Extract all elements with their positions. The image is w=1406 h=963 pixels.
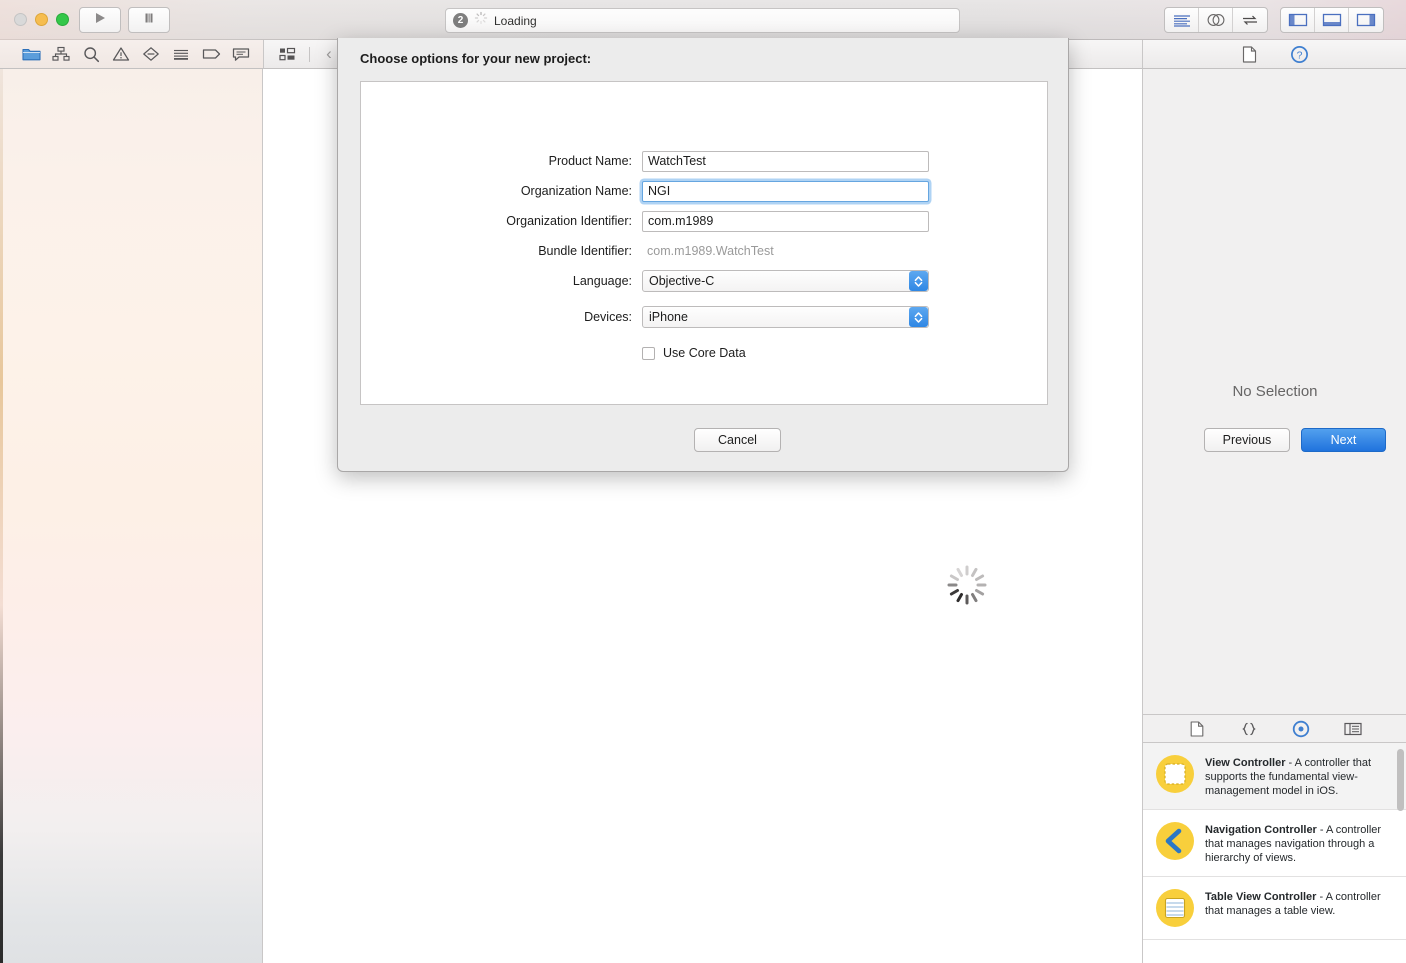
window-titlebar: 2 Loading <box>0 0 1406 40</box>
quick-help-empty-state: No Selection <box>1232 382 1318 400</box>
find-navigator-tab[interactable] <box>76 41 106 67</box>
project-options-form: Product Name: Organization Name: Organiz… <box>361 146 1049 368</box>
list-item[interactable]: Table View Controller - A controller tha… <box>1143 877 1406 940</box>
quick-help-inspector-tab[interactable]: ? <box>1285 41 1315 67</box>
activity-status-bar[interactable]: 2 Loading <box>445 8 960 33</box>
navigation-controller-icon <box>1155 821 1195 861</box>
devices-popup-button[interactable]: iPhone <box>642 306 929 328</box>
library-item-text: View Controller - A controller that supp… <box>1205 754 1393 798</box>
stop-icon <box>142 11 156 30</box>
use-core-data-label: Use Core Data <box>663 346 746 360</box>
organization-identifier-input[interactable] <box>642 210 929 232</box>
breakpoint-navigator-tab[interactable] <box>196 41 226 67</box>
issue-navigator-tab[interactable] <box>106 41 136 67</box>
issue-count-badge[interactable]: 2 <box>453 13 468 28</box>
project-navigator-tab[interactable] <box>16 41 46 67</box>
bundle-identifier-value: com.m1989.WatchTest <box>647 244 774 258</box>
table-view-controller-icon <box>1155 888 1195 928</box>
organization-name-input[interactable] <box>642 180 929 202</box>
form-row-use-core-data: Use Core Data <box>361 338 1049 368</box>
xcode-window: 2 Loading ‹ ? No Selection View Controll… <box>0 0 1406 963</box>
object-library-tab[interactable] <box>1286 716 1316 742</box>
library-item-title: Navigation Controller <box>1205 824 1317 836</box>
library-item-text: Navigation Controller - A controller tha… <box>1205 821 1393 865</box>
zoom-window-button[interactable] <box>56 13 69 26</box>
minimize-window-button[interactable] <box>35 13 48 26</box>
devices-label: Devices: <box>584 310 632 324</box>
test-navigator-tab[interactable] <box>136 41 166 67</box>
play-icon <box>93 11 107 30</box>
form-row-organization-identifier: Organization Identifier: <box>361 206 1049 236</box>
file-template-library-tab[interactable] <box>1182 716 1212 742</box>
use-core-data-checkbox[interactable] <box>642 346 655 360</box>
devices-popup-chevron-down-icon[interactable] <box>909 307 928 327</box>
related-items-icon[interactable] <box>272 41 302 67</box>
form-row-organization-name: Organization Name: <box>361 176 1049 206</box>
utilities-panel: No Selection View Controller - A control… <box>1142 69 1406 963</box>
sheet-title: Choose options for your new project: <box>360 51 592 66</box>
file-inspector-tab[interactable] <box>1235 41 1265 67</box>
stop-button[interactable] <box>128 7 170 33</box>
organization-name-label: Organization Name: <box>520 184 632 198</box>
navigator-edge-tint <box>0 69 3 963</box>
code-snippet-library-tab[interactable] <box>1234 716 1264 742</box>
form-row-product-name: Product Name: <box>361 146 1049 176</box>
library-item-title: Table View Controller <box>1205 891 1317 903</box>
version-editor-button[interactable] <box>1233 8 1267 32</box>
library-scrollbar[interactable] <box>1397 749 1404 811</box>
symbol-navigator-tab[interactable] <box>46 41 76 67</box>
inspector-selector-bar: ? <box>1142 40 1406 69</box>
bundle-identifier-label: Bundle Identifier: <box>538 244 632 258</box>
library-item-text: Table View Controller - A controller tha… <box>1205 888 1393 928</box>
previous-button[interactable]: Previous <box>1204 428 1290 452</box>
form-row-bundle-identifier: Bundle Identifier: com.m1989.WatchTest <box>361 236 1049 266</box>
toggle-debug-area-button[interactable] <box>1315 8 1349 32</box>
devices-popup-wrap: iPhone <box>642 306 929 328</box>
library-selector-bar <box>1143 714 1406 742</box>
cancel-button[interactable]: Cancel <box>694 428 781 452</box>
toggle-utilities-button[interactable] <box>1349 8 1383 32</box>
editor-mode-group <box>1164 7 1268 33</box>
standard-editor-button[interactable] <box>1165 8 1199 32</box>
status-message: Loading <box>494 13 537 28</box>
library-item-title: View Controller <box>1205 757 1286 769</box>
view-controller-icon <box>1155 754 1195 794</box>
jumpbar-divider <box>309 46 310 62</box>
object-library-list[interactable]: View Controller - A controller that supp… <box>1143 742 1406 963</box>
log-navigator-tab[interactable] <box>226 41 256 67</box>
toggle-navigator-button[interactable] <box>1281 8 1315 32</box>
list-item[interactable]: Navigation Controller - A controller tha… <box>1143 810 1406 877</box>
new-project-options-sheet: Choose options for your new project: Pro… <box>337 38 1386 472</box>
language-popup-wrap: Objective-C <box>642 270 929 292</box>
next-button[interactable]: Next <box>1301 428 1386 452</box>
form-row-language: Language: Objective-C <box>361 266 1049 296</box>
debug-navigator-tab[interactable] <box>166 41 196 67</box>
organization-identifier-label: Organization Identifier: <box>506 214 632 228</box>
loading-spinner-icon <box>474 11 488 30</box>
media-library-tab[interactable] <box>1338 716 1368 742</box>
navigator-selector-bar <box>0 40 263 69</box>
svg-text:?: ? <box>1297 49 1303 61</box>
traffic-light-group <box>14 13 69 26</box>
close-window-button[interactable] <box>14 13 27 26</box>
form-row-devices: Devices: iPhone <box>361 302 1049 332</box>
language-popup-chevron-down-icon[interactable] <box>909 271 928 291</box>
titlebar-right-controls <box>1164 7 1384 33</box>
list-item[interactable]: View Controller - A controller that supp… <box>1143 743 1406 810</box>
run-button[interactable] <box>79 7 121 33</box>
language-label: Language: <box>572 274 632 288</box>
sheet-form-area: Product Name: Organization Name: Organiz… <box>360 81 1048 405</box>
product-name-input[interactable] <box>642 150 929 172</box>
editor-loading-spinner-icon <box>945 563 989 607</box>
assistant-editor-button[interactable] <box>1199 8 1233 32</box>
language-popup-button[interactable]: Objective-C <box>642 270 929 292</box>
panel-toggle-group <box>1280 7 1384 33</box>
navigator-panel[interactable] <box>0 69 263 963</box>
product-name-label: Product Name: <box>548 154 632 168</box>
